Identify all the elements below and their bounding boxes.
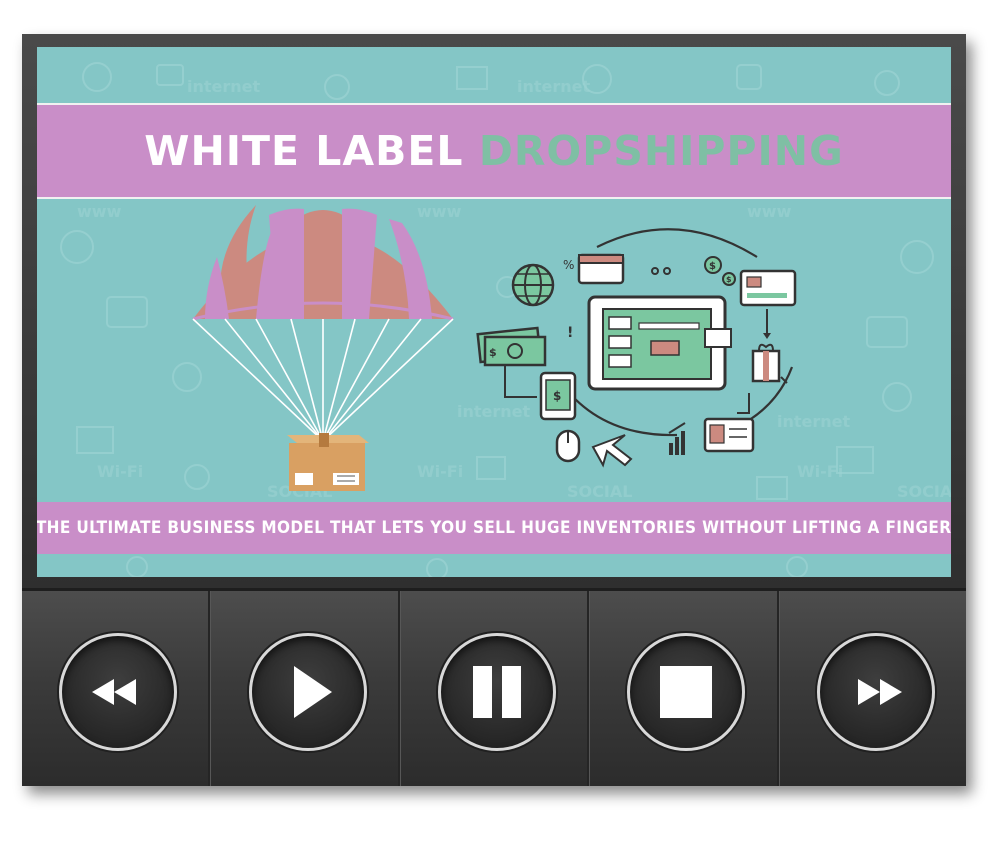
screen-bezel: internet internet internet internet Wi-Fi W… (22, 34, 966, 591)
rewind-icon (92, 678, 137, 705)
pause-cell (399, 591, 590, 786)
pause-icon (473, 665, 522, 718)
stop-button[interactable] (627, 632, 746, 751)
title-banner: WHITE LABEL DROPSHIPPING (37, 103, 951, 199)
slide-subtitle: THE ULTIMATE BUSINESS MODEL THAT LETS YO… (37, 518, 951, 538)
svg-text:$: $ (726, 275, 732, 284)
fast-forward-cell (778, 591, 966, 786)
video-player: internet internet internet internet Wi-Fi W… (22, 34, 966, 786)
pause-button[interactable] (438, 632, 557, 751)
video-screen[interactable]: internet internet internet internet Wi-Fi W… (37, 47, 951, 577)
rewind-cell (22, 591, 211, 786)
fast-forward-button[interactable] (816, 632, 935, 751)
svg-text:$: $ (709, 261, 716, 272)
play-button[interactable] (248, 632, 367, 751)
play-cell (210, 591, 400, 786)
playback-controls (22, 591, 966, 786)
rewind-button[interactable] (59, 632, 178, 751)
fast-forward-icon (857, 678, 902, 705)
stop-icon (660, 665, 713, 718)
title-part-white: WHITE LABEL (144, 127, 464, 175)
slide-title: WHITE LABEL DROPSHIPPING (144, 127, 844, 175)
subtitle-banner: THE ULTIMATE BUSINESS MODEL THAT LETS YO… (37, 502, 951, 554)
play-icon (293, 665, 332, 718)
stop-cell (589, 591, 779, 786)
svg-text:!: ! (567, 325, 573, 341)
title-part-accent: DROPSHIPPING (478, 127, 844, 175)
